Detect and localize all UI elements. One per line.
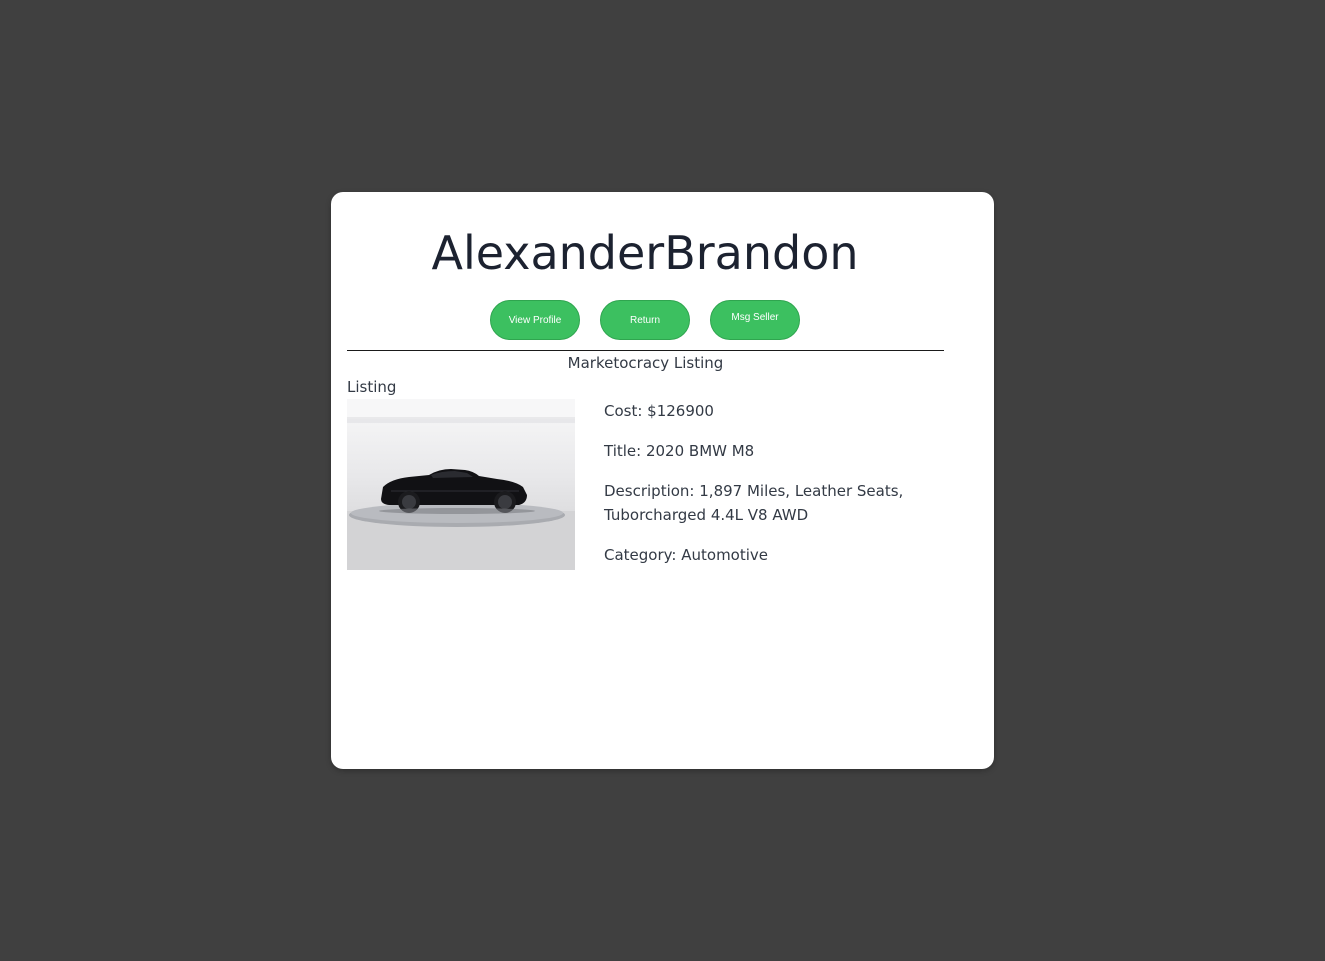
listing-title: Title: 2020 BMW M8 (604, 442, 755, 460)
divider (347, 350, 944, 351)
msg-seller-button[interactable]: Msg Seller (710, 300, 800, 340)
listing-card: AlexanderBrandon View Profile Return Msg… (331, 192, 994, 769)
listing-label: Listing (347, 378, 397, 396)
listing-photo (347, 399, 575, 570)
seller-username: AlexanderBrandon (431, 226, 859, 280)
listing-details: Cost: $126900 Title: 2020 BMW M8 Descrip… (604, 399, 904, 583)
listing-category: Category: Automotive (604, 546, 769, 564)
listing-cost: Cost: $126900 (604, 402, 714, 420)
return-button[interactable]: Return (600, 300, 690, 340)
view-profile-button[interactable]: View Profile (490, 300, 580, 340)
section-title: Marketocracy Listing (567, 354, 724, 372)
listing-description: Description: 1,897 Miles, Leather Seats,… (604, 482, 904, 524)
